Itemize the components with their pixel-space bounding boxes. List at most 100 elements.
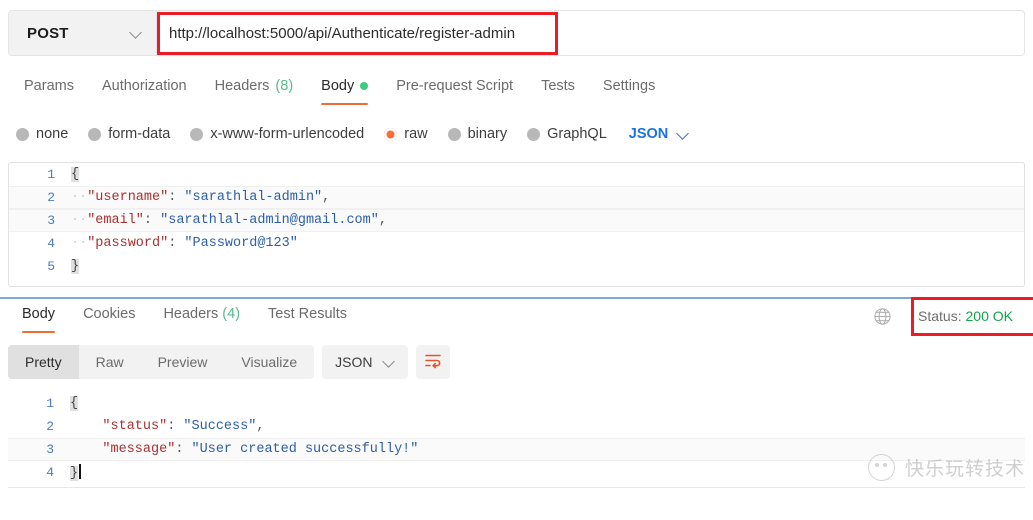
view-mode-visualize[interactable]: Visualize: [224, 345, 314, 379]
body-type-binary[interactable]: binary: [447, 126, 507, 142]
response-tab-headers-label: Headers: [163, 306, 219, 322]
chevron-down-icon[interactable]: [130, 27, 142, 39]
code-brace-close: }: [71, 259, 80, 274]
code-colon: :: [167, 419, 184, 434]
tab-headers-count: (8): [275, 78, 294, 94]
http-method-selector[interactable]: POST: [8, 10, 157, 56]
code-key: "status": [102, 419, 168, 434]
response-tab-test-results[interactable]: Test Results: [254, 303, 361, 333]
code-line: 5 }: [9, 255, 1024, 278]
view-mode-pretty[interactable]: Pretty: [8, 345, 79, 379]
body-type-graphql[interactable]: GraphQL: [527, 126, 607, 142]
body-type-none-label: none: [36, 126, 69, 142]
chevron-down-icon[interactable]: [677, 128, 689, 140]
body-type-form-data-label: form-data: [108, 126, 171, 142]
radio-icon: [88, 127, 102, 141]
response-bottom-rule: [8, 487, 1025, 488]
code-line: 2 "status": "Success",: [8, 415, 1025, 438]
tab-headers[interactable]: Headers (8): [201, 74, 308, 105]
line-number: 1: [47, 167, 55, 182]
response-tab-test-results-label: Test Results: [268, 306, 348, 322]
radio-selected-icon: [384, 127, 398, 141]
code-value: "Success": [183, 419, 257, 434]
tab-headers-label: Headers: [214, 78, 270, 94]
code-value: "sarathlal-admin@gmail.com": [160, 213, 379, 228]
tab-params[interactable]: Params: [10, 74, 88, 105]
body-type-urlencoded-label: x-www-form-urlencoded: [210, 126, 365, 142]
status-label: Status:: [918, 308, 962, 324]
raw-format-label: JSON: [628, 126, 669, 142]
watermark: 快乐玩转技术: [867, 454, 1025, 481]
word-wrap-icon: [423, 350, 443, 375]
body-type-form-data[interactable]: form-data: [88, 126, 170, 142]
watermark-text: 快乐玩转技术: [904, 458, 1025, 480]
view-mode-visualize-label: Visualize: [241, 354, 298, 370]
http-method-label: POST: [27, 24, 69, 42]
body-type-urlencoded[interactable]: x-www-form-urlencoded: [190, 126, 364, 142]
response-format-label: JSON: [335, 354, 373, 370]
radio-icon: [527, 127, 541, 141]
code-indent: ··: [71, 190, 88, 205]
tab-authorization-label: Authorization: [101, 78, 187, 94]
response-tab-headers-count: (4): [222, 306, 241, 322]
url-input-wrapper: http://localhost:5000/api/Authenticate/r…: [157, 10, 1025, 56]
response-tab-headers[interactable]: Headers (4): [149, 303, 254, 333]
view-mode-preview[interactable]: Preview: [141, 345, 225, 379]
view-mode-pretty-label: Pretty: [25, 354, 62, 370]
chevron-down-icon[interactable]: [383, 356, 395, 368]
request-body-editor[interactable]: 1 { 2 ··"username": "sarathlal-admin", 3…: [8, 162, 1025, 287]
status-badge[interactable]: Status: 200 OK: [906, 303, 1025, 329]
panel-divider[interactable]: [0, 297, 1033, 299]
response-tab-body[interactable]: Body: [8, 303, 69, 333]
code-line: 3 ··"email": "sarathlal-admin@gmail.com"…: [9, 209, 1024, 232]
radio-icon: [190, 127, 204, 141]
response-view-mode-group: Pretty Raw Preview Visualize: [8, 345, 315, 379]
line-number: 3: [47, 213, 55, 228]
code-indent: ··: [71, 213, 88, 228]
code-brace-close: }: [70, 466, 79, 481]
code-indent: ··: [71, 236, 88, 251]
body-type-graphql-label: GraphQL: [547, 126, 607, 142]
code-comma: ,: [322, 190, 331, 205]
view-mode-raw[interactable]: Raw: [79, 345, 141, 379]
code-key: "username": [87, 190, 169, 205]
code-value: "User created successfully!": [191, 442, 419, 457]
radio-icon: [447, 127, 461, 141]
code-key: "email": [87, 213, 144, 228]
postman-window: POST http://localhost:5000/api/Authentic…: [0, 0, 1033, 520]
line-number: 5: [47, 259, 55, 274]
status-value: 200 OK: [965, 308, 1013, 324]
code-colon: :: [168, 190, 185, 205]
response-format-selector[interactable]: JSON: [322, 345, 408, 379]
tab-authorization[interactable]: Authorization: [88, 74, 201, 105]
response-tab-cookies[interactable]: Cookies: [69, 303, 149, 333]
code-colon: :: [143, 213, 161, 228]
tab-tests-label: Tests: [541, 78, 575, 94]
green-dot-icon: [360, 82, 369, 90]
code-key: "message": [102, 442, 176, 457]
body-type-raw-label: raw: [404, 126, 428, 142]
request-url-row: POST http://localhost:5000/api/Authentic…: [8, 10, 1025, 56]
raw-format-selector[interactable]: JSON: [629, 126, 690, 142]
body-type-none[interactable]: none: [16, 126, 68, 142]
line-number: 1: [46, 396, 54, 411]
radio-icon: [16, 127, 29, 141]
tab-pre-request-script[interactable]: Pre-request Script: [382, 74, 527, 105]
word-wrap-button[interactable]: [415, 345, 450, 379]
tab-settings[interactable]: Settings: [589, 74, 669, 105]
code-brace-open: {: [70, 396, 79, 411]
line-number: 3: [46, 442, 54, 457]
code-comma: ,: [256, 419, 265, 434]
tab-tests[interactable]: Tests: [527, 74, 589, 105]
tab-params-label: Params: [24, 78, 74, 94]
body-type-raw[interactable]: raw: [384, 126, 428, 142]
code-key: "password": [87, 236, 169, 251]
code-line: 1 {: [8, 392, 1025, 415]
globe-icon[interactable]: [873, 307, 892, 326]
url-input[interactable]: http://localhost:5000/api/Authenticate/r…: [157, 10, 1025, 56]
tab-body[interactable]: Body: [307, 74, 382, 105]
code-value: "sarathlal-admin": [184, 190, 323, 205]
code-line: 2 ··"username": "sarathlal-admin",: [9, 186, 1024, 209]
response-status-area: Status: 200 OK: [873, 303, 1025, 329]
